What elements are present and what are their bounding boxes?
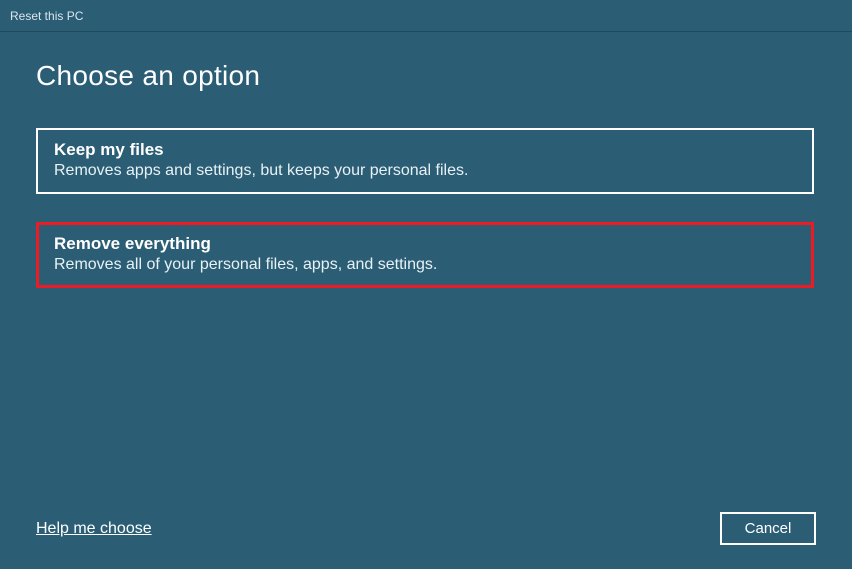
option-description: Removes all of your personal files, apps… — [54, 256, 796, 274]
main-content: Choose an option Keep my files Removes a… — [0, 32, 852, 288]
cancel-button[interactable]: Cancel — [720, 512, 816, 545]
option-title: Keep my files — [54, 140, 796, 160]
option-remove-everything[interactable]: Remove everything Removes all of your pe… — [36, 222, 814, 288]
help-me-choose-link[interactable]: Help me choose — [36, 520, 152, 538]
option-title: Remove everything — [54, 234, 796, 254]
option-keep-my-files[interactable]: Keep my files Removes apps and settings,… — [36, 128, 814, 194]
footer: Help me choose Cancel — [36, 512, 816, 545]
window-titlebar: Reset this PC — [0, 0, 852, 32]
window-title: Reset this PC — [10, 9, 83, 23]
option-description: Removes apps and settings, but keeps you… — [54, 162, 796, 180]
page-heading: Choose an option — [36, 60, 816, 92]
